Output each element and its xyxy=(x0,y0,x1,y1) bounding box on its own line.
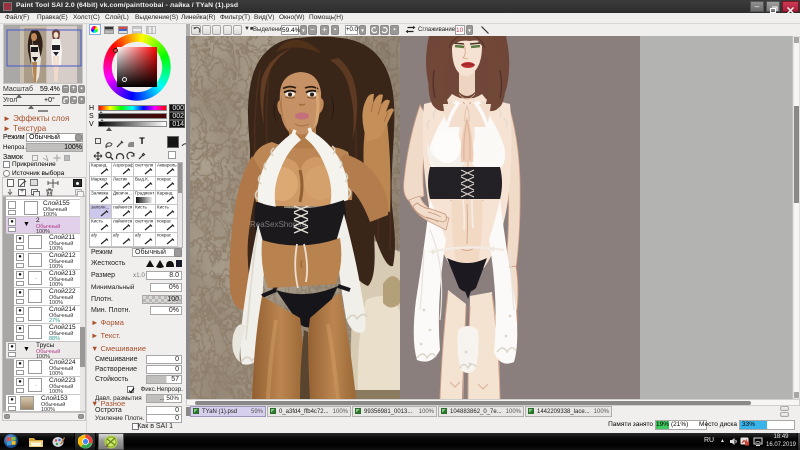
svg-text:ReaSexShop.ru: ReaSexShop.ru xyxy=(250,220,306,229)
